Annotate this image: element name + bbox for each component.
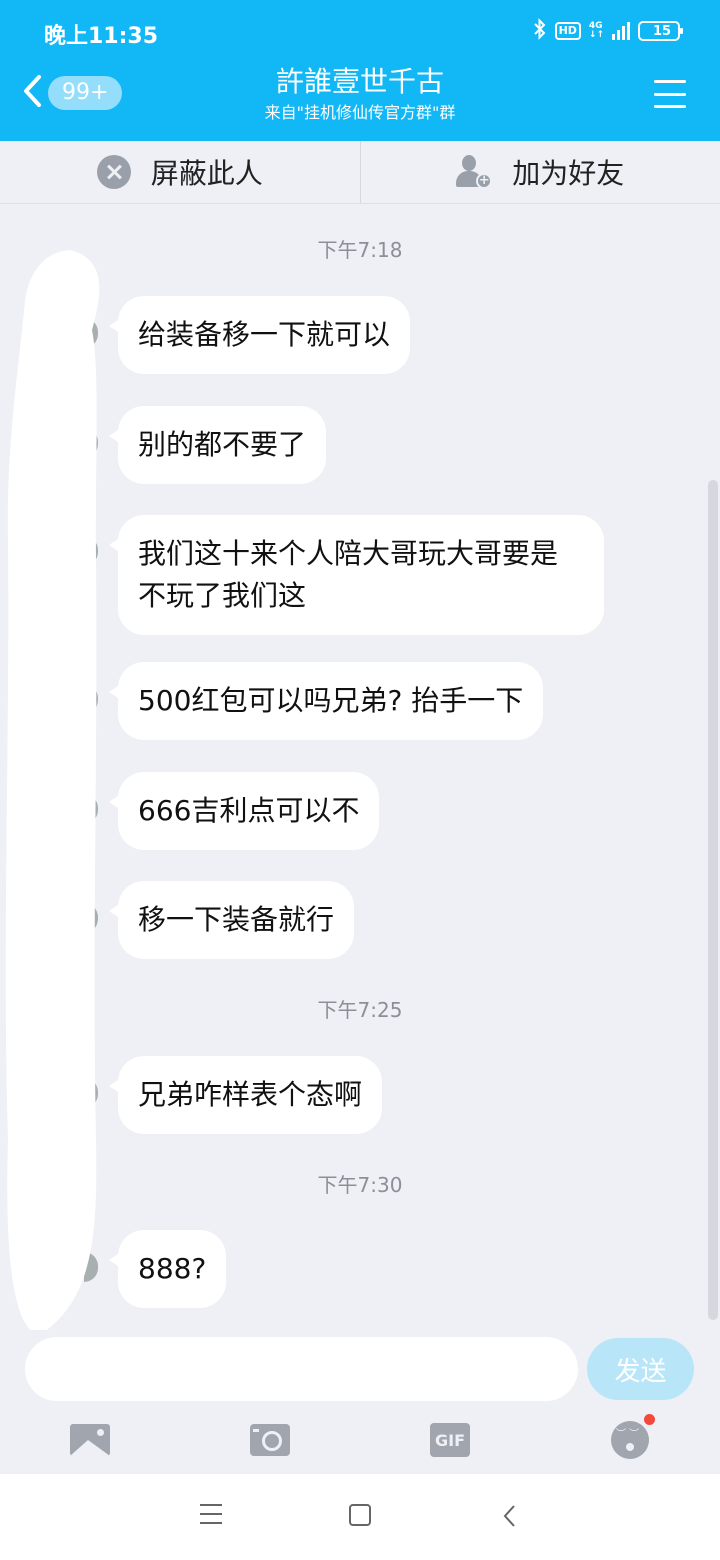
action-bar: 屏蔽此人 + 加为好友 [0, 141, 720, 204]
message-bubble[interactable]: 我们这十来个人陪大哥玩大哥要是不玩了我们这 [109, 515, 604, 635]
scrollbar[interactable] [708, 480, 718, 1320]
composer-toolbar: GIF [0, 1410, 720, 1474]
notification-dot [644, 1414, 655, 1425]
message-bubble[interactable]: 给装备移一下就可以 [108, 296, 411, 374]
gif-icon: GIF [430, 1423, 470, 1457]
message-input[interactable] [25, 1337, 578, 1401]
bluetooth-icon [533, 18, 547, 44]
redaction-mark [5, 250, 100, 1335]
message-bubble[interactable]: 别的都不要了 [108, 406, 327, 484]
title-block[interactable]: 許誰壹世千古 来自"挂机修仙传官方群"群 [0, 64, 720, 124]
add-friend-button[interactable]: + 加为好友 [359, 141, 720, 203]
home-button[interactable] [349, 1504, 371, 1526]
send-button[interactable]: 发送 [587, 1338, 694, 1400]
status-icons: HD 4G ↓↑ 15 [533, 18, 683, 44]
status-time: 晚上11:35 [44, 24, 159, 49]
recent-apps-button[interactable] [200, 1504, 230, 1530]
page-subtitle: 来自"挂机修仙传官方群"群 [264, 103, 456, 122]
camera-icon [250, 1424, 290, 1456]
add-friend-label: 加为好友 [512, 157, 625, 190]
block-icon [96, 155, 131, 189]
emoji-icon [611, 1421, 649, 1459]
emoji-button[interactable] [605, 1414, 655, 1462]
signal-icon [612, 22, 630, 40]
header: 晚上11:35 HD 4G ↓↑ 15 99+ 許誰壹世千古 来自"挂机修仙传官… [0, 0, 720, 141]
network-indicator: 4G ↓↑ [588, 21, 604, 40]
message-bubble[interactable]: 888? [108, 1230, 227, 1308]
image-icon [70, 1424, 110, 1456]
system-back-button[interactable] [502, 1504, 532, 1530]
message-bubble[interactable]: 兄弟咋样表个态啊 [108, 1056, 383, 1134]
block-user-button[interactable]: 屏蔽此人 [0, 141, 360, 203]
page-title: 許誰壹世千古 [275, 65, 444, 98]
message-bubble[interactable]: 666吉利点可以不 [108, 772, 380, 850]
battery-icon: 15 [638, 21, 683, 41]
chevron-left-icon [503, 1505, 515, 1527]
system-nav-bar [0, 1474, 720, 1560]
menu-button[interactable] [654, 80, 686, 108]
block-user-label: 屏蔽此人 [150, 157, 263, 190]
composer: 发送 [0, 1330, 720, 1410]
add-friend-icon: + [456, 155, 493, 189]
menu-icon [654, 80, 686, 83]
hd-badge: HD [554, 22, 581, 40]
battery-level: 15 [652, 23, 672, 39]
gif-button[interactable]: GIF [425, 1418, 475, 1462]
camera-button[interactable] [245, 1418, 295, 1462]
image-button[interactable] [65, 1418, 115, 1462]
message-bubble[interactable]: 移一下装备就行 [108, 881, 355, 959]
message-bubble[interactable]: 500红包可以吗兄弟? 抬手一下 [108, 662, 544, 740]
